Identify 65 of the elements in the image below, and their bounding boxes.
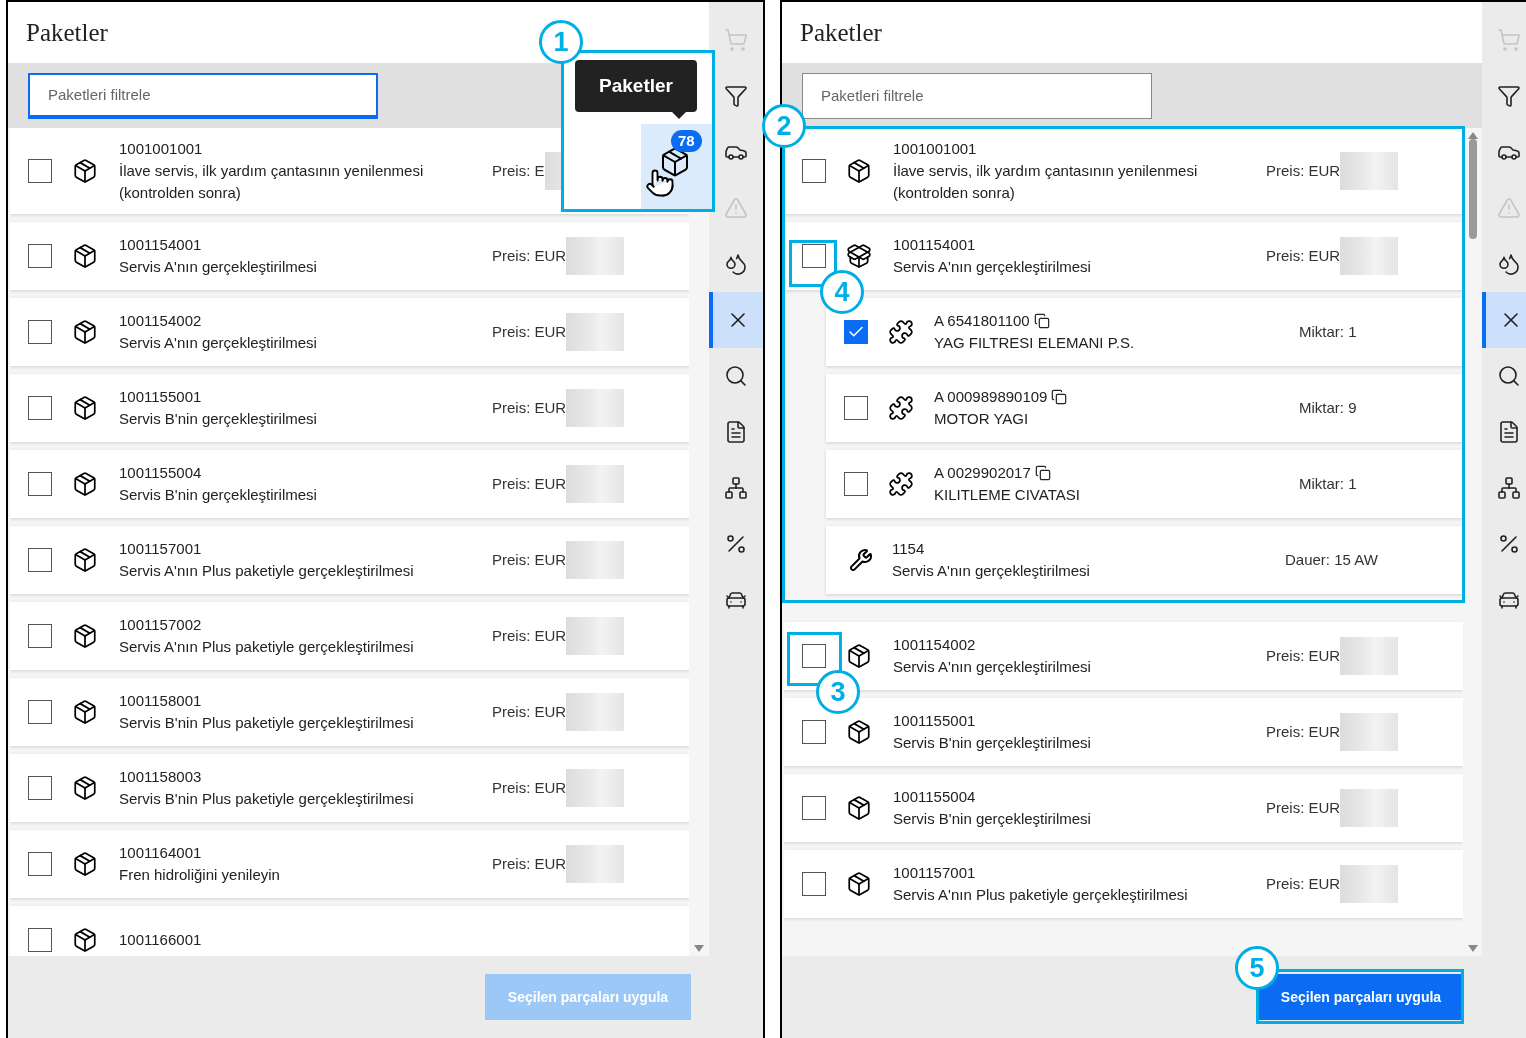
quantity-label: Miktar: 9 (1299, 397, 1357, 418)
package-number: 1001154002 (119, 311, 203, 331)
price-label: Preis: EUR (1266, 645, 1341, 666)
count-badge: 78 (671, 130, 702, 152)
package-number: 1001155001 (893, 711, 977, 731)
price-label: Preis: EUR (492, 321, 567, 342)
part-description: MOTOR YAGI (934, 409, 1030, 429)
panel-title: Paketler (800, 17, 882, 48)
package-number: 1001164001 (119, 843, 203, 863)
quantity-label: Miktar: 1 (1299, 473, 1357, 494)
package-number: 1001155004 (119, 463, 203, 483)
price-label: Preis: EUR (1266, 797, 1341, 818)
package-description: Fren hidroliğini yenileyin (119, 865, 281, 885)
package-number: 1001166001 (119, 930, 203, 950)
price-label: Preis: EUR (1266, 721, 1341, 742)
labor-number: 1154 (892, 539, 926, 559)
part-number: A 0029902017 (934, 463, 1031, 483)
package-description: Servis A'nın gerçekleştirilmesi (119, 333, 318, 353)
panel-title: Paketler (26, 17, 108, 48)
package-description: Servis A'nın Plus paketiyle gerçekleştirilmesi (119, 637, 415, 657)
package-number: 1001157001 (119, 539, 203, 559)
price-label: Preis: EUR (492, 549, 567, 570)
package-description: Servis A'nın gerçekleştirilmesi (893, 657, 1092, 677)
package-number: 1001154001 (119, 235, 203, 255)
package-description: Servis A'nın Plus paketiyle gerçekleştirilmesi (893, 885, 1189, 905)
package-number: 1001001001 (893, 139, 978, 159)
quantity-label: Miktar: 1 (1299, 321, 1357, 342)
package-description: Servis B'nin gerçekleştirilmesi (893, 733, 1092, 753)
part-description: KILITLEME CIVATASI (934, 485, 1081, 505)
labor-description: Servis A'nın gerçekleştirilmesi (892, 561, 1091, 581)
package-number: 1001001001 (119, 139, 204, 159)
price-label: Preis: EUR (492, 625, 567, 646)
price-label: Preis: EUR (492, 777, 567, 798)
price-label: Preis: EUR (1266, 160, 1341, 181)
package-description: Servis A'nın Plus paketiyle gerçekleştirilmesi (119, 561, 415, 581)
package-description: Servis A'nın gerçekleştirilmesi (893, 257, 1092, 277)
package-number: 1001155004 (893, 787, 977, 807)
package-description: İlave servis, ilk yardım çantasının yenilenmesi (kontrolden sonra) (893, 161, 1199, 203)
package-number: 1001157002 (119, 615, 203, 635)
package-description: Servis A'nın gerçekleştirilmesi (119, 257, 318, 277)
package-number: 1001158003 (119, 767, 203, 787)
price-label: Preis: EUR (492, 853, 567, 874)
price-label: Preis: EUR (492, 473, 567, 494)
package-number: 1001155001 (119, 387, 203, 407)
price-label: Preis: EUR (492, 397, 567, 418)
duration-label: Dauer: 15 AW (1285, 549, 1378, 570)
package-description: Servis B'nin gerçekleştirilmesi (119, 409, 318, 429)
package-number: 1001158001 (119, 691, 203, 711)
part-number: A 6541801100 (934, 311, 1030, 331)
part-description: YAG FILTRESI ELEMANI P.S. (934, 333, 1136, 353)
package-description: Servis B'nin Plus paketiyle gerçekleştirilmesi (119, 789, 415, 809)
package-description: Servis B'nin gerçekleştirilmesi (893, 809, 1092, 829)
package-description: Servis B'nin gerçekleştirilmesi (119, 485, 318, 505)
price-label: Preis: EUR (492, 701, 567, 722)
price-label: Preis: E (492, 160, 545, 181)
package-number: 1001154002 (893, 635, 977, 655)
price-label: Preis: EUR (1266, 873, 1341, 894)
price-label: Preis: EUR (492, 245, 567, 266)
package-description: Servis B'nin Plus paketiyle gerçekleştirilmesi (119, 713, 415, 733)
package-number: 1001157001 (893, 863, 977, 883)
package-description: İlave servis, ilk yardım çantasının yenilenmesi (kontrolden sonra) (119, 161, 425, 203)
package-number: 1001154001 (893, 235, 977, 255)
tooltip: Paketler (575, 60, 697, 112)
part-number: A 000989890109 (934, 387, 1048, 407)
price-label: Preis: EUR (1266, 245, 1341, 266)
